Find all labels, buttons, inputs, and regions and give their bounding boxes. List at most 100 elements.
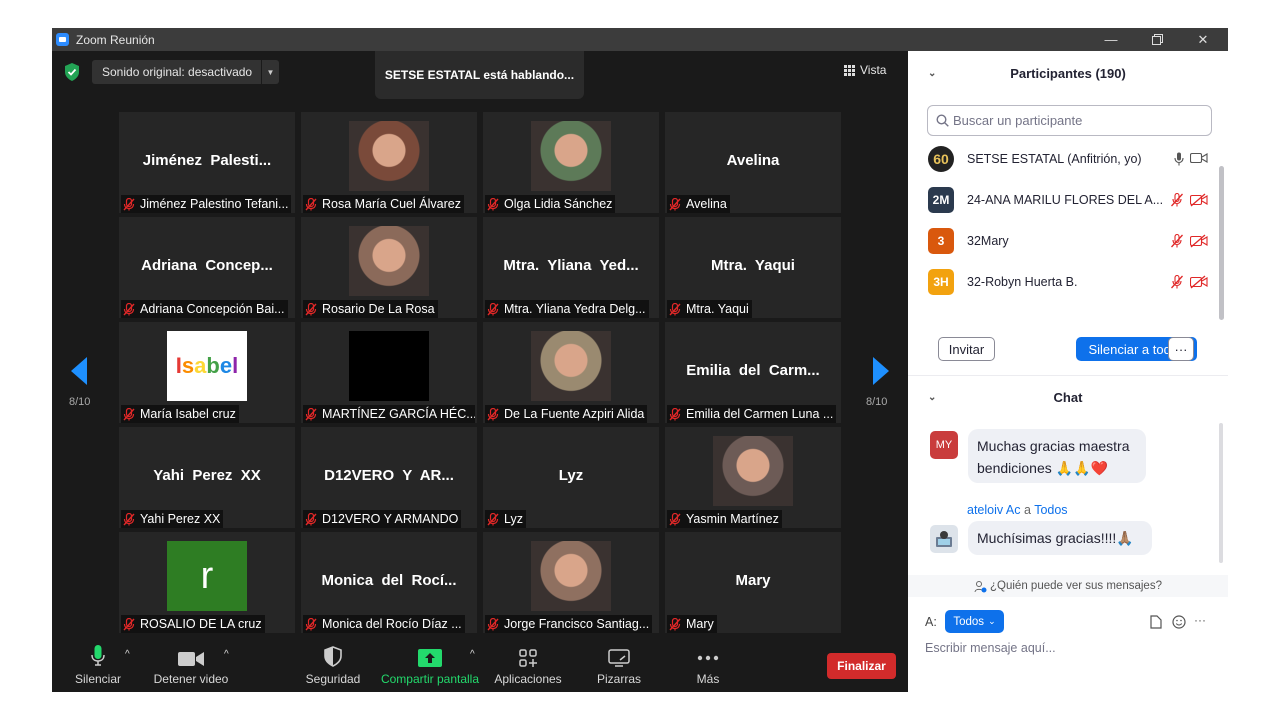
muted-microphone-icon [305,197,317,211]
participant-list-scrollbar[interactable] [1219,166,1224,320]
participants-title: Participantes (190) [1010,65,1126,81]
muted-microphone-icon [305,302,317,316]
chat-to-word: a [1020,503,1035,517]
avatar: 3 [928,228,954,254]
participant-video-tile[interactable]: Mtra. Yliana Yed... Mtra. Yliana Yedra De… [483,217,659,318]
participant-status-icons [1170,193,1208,207]
participant-video-tile[interactable]: Rosa María Cuel Álvarez [301,112,477,213]
participant-list-item[interactable]: 2M 24-ANA MARILU FLORES DEL A... [928,186,1208,214]
participant-name-label: ROSALIO DE LA cruz [121,615,265,633]
muted-microphone-icon[interactable] [1170,193,1184,207]
audio-options-caret-icon[interactable]: ^ [125,649,130,660]
file-icon[interactable] [1150,615,1162,629]
muted-microphone-icon [487,512,499,526]
chat-more-button[interactable]: ··· [1194,613,1206,627]
restore-button[interactable] [1134,28,1180,51]
original-sound-button[interactable]: Sonido original: desactivado ▼ [92,60,279,84]
participant-video-tile[interactable]: Is a b e l María Isabel cruz [119,322,295,423]
share-options-caret-icon[interactable]: ^ [470,649,475,660]
close-button[interactable]: ✕ [1180,28,1226,51]
view-button[interactable]: Vista [844,63,886,77]
video-off-icon[interactable] [1190,275,1208,289]
apps-button[interactable]: Aplicaciones [492,639,564,692]
chat-message-input[interactable]: Escribir mensaje aquí... [925,641,1215,661]
participant-video-tile[interactable]: Emilia del Carm... Emilia del Carmen Luna… [665,322,841,423]
next-page-arrow-icon[interactable] [873,357,889,385]
participant-video-tile[interactable]: MARTÍNEZ GARCÍA HÉC... [301,322,477,423]
avatar-illustration-icon [936,531,952,547]
participant-video-tile[interactable]: Adriana Concep... Adriana Concepción Bai.… [119,217,295,318]
chat-title: Chat [1053,389,1083,405]
participant-video-tile[interactable]: Lyz Lyz [483,427,659,528]
participant-video-tile[interactable]: Yahi Perez XX Yahi Perez XX [119,427,295,528]
participant-video-tile[interactable]: Yasmin Martínez [665,427,841,528]
participant-video-image [531,121,611,191]
participant-video-tile[interactable]: D12VERO Y AR... D12VERO Y ARMANDO [301,427,477,528]
muted-microphone-icon[interactable] [1170,275,1184,289]
collapse-chevron-icon[interactable]: ⌄ [928,392,936,403]
view-label: Vista [860,63,887,77]
participant-video-tile[interactable]: Jiménez Palesti... Jiménez Palestino Tefa… [119,112,295,213]
avatar [930,525,958,553]
participant-video-tile[interactable]: Mary Mary [665,532,841,633]
participant-list-item[interactable]: 3H 32-Robyn Huerta B. [928,268,1208,296]
participant-list-item[interactable]: 60 SETSE ESTATAL (Anfitrión, yo) [928,145,1208,173]
participant-display-name: Jiménez Palesti... [142,152,272,169]
chat-message-text: bendiciones 🙏🙏❤️ [977,460,1108,476]
minimize-button[interactable]: — [1088,28,1134,51]
share-screen-button[interactable]: Compartir pantalla [380,639,480,692]
logo-letter: s [181,353,195,378]
participant-video-tile[interactable]: Olga Lidia Sánchez [483,112,659,213]
video-camera-icon[interactable] [1190,152,1208,164]
chat-message-text: Muchas gracias maestra [977,438,1130,454]
mute-button[interactable]: Silenciar [72,639,124,692]
participant-name: Yasmin Martínez [686,512,779,526]
stop-video-button[interactable]: Detener video [152,639,230,692]
whiteboards-button[interactable]: Pizarras [592,639,646,692]
chat-scrollbar[interactable] [1219,423,1223,563]
participant-name: Adriana Concepción Bai... [140,302,285,316]
participant-name-label: Adriana Concepción Bai... [121,300,288,318]
participant-name: Olga Lidia Sánchez [504,197,613,211]
muted-microphone-icon [305,407,317,421]
chat-recipient[interactable]: Todos [1034,503,1067,517]
video-off-icon[interactable] [1190,193,1208,207]
microphone-icon[interactable] [1174,152,1184,166]
participant-video-tile[interactable]: De La Fuente Azpiri Alida [483,322,659,423]
participant-list-item[interactable]: 3 32Mary [928,227,1208,255]
participant-name-label: Lyz [485,510,526,528]
emoji-icon[interactable] [1172,615,1186,629]
invite-button[interactable]: Invitar [938,337,995,361]
participant-video-tile[interactable]: Mtra. Yaqui Mtra. Yaqui [665,217,841,318]
participant-video-tile[interactable]: Rosario De La Rosa [301,217,477,318]
participant-video-tile[interactable]: r ROSALIO DE LA cruz [119,532,295,633]
participant-name: Mtra. Yliana Yedra Delg... [504,302,646,316]
collapse-chevron-icon[interactable]: ⌄ [928,68,936,79]
participant-video-image [713,436,793,506]
participant-name: ROSALIO DE LA cruz [140,617,262,631]
participant-video-tile[interactable]: Avelina Avelina [665,112,841,213]
message-visibility-info[interactable]: ¿Quién puede ver sus mensajes? [908,575,1228,597]
participant-video-tile[interactable]: Monica del Rocí... Monica del Rocío Díaz … [301,532,477,633]
video-off-icon[interactable] [1190,234,1208,248]
previous-page-arrow-icon[interactable] [71,357,87,385]
participant-video-tile[interactable]: Jorge Francisco Santiag... [483,532,659,633]
participants-more-button[interactable]: ··· [1168,337,1194,361]
participant-list-name: 32-Robyn Huerta B. [967,275,1078,289]
participant-search-input[interactable]: Buscar un participante [927,105,1212,136]
participant-name: Monica del Rocío Díaz ... [322,617,462,631]
muted-microphone-icon [669,407,681,421]
participant-name-label: MARTÍNEZ GARCÍA HÉC... [303,405,475,423]
encryption-shield-icon[interactable] [64,63,80,81]
muted-microphone-icon[interactable] [1170,234,1184,248]
security-button[interactable]: Seguridad [304,639,362,692]
chat-sender-name[interactable]: ateloiv Ac [967,503,1021,517]
more-button[interactable]: Más [688,639,728,692]
chat-recipient-dropdown[interactable]: Todos ⌄ [945,610,1004,633]
participant-display-name: Monica del Rocí... [321,572,457,589]
video-options-caret-icon[interactable]: ^ [224,649,229,660]
chevron-down-icon[interactable]: ▼ [261,60,279,84]
whiteboard-icon [608,649,630,667]
end-meeting-button[interactable]: Finalizar [827,653,896,679]
more-label: Más [696,672,720,686]
